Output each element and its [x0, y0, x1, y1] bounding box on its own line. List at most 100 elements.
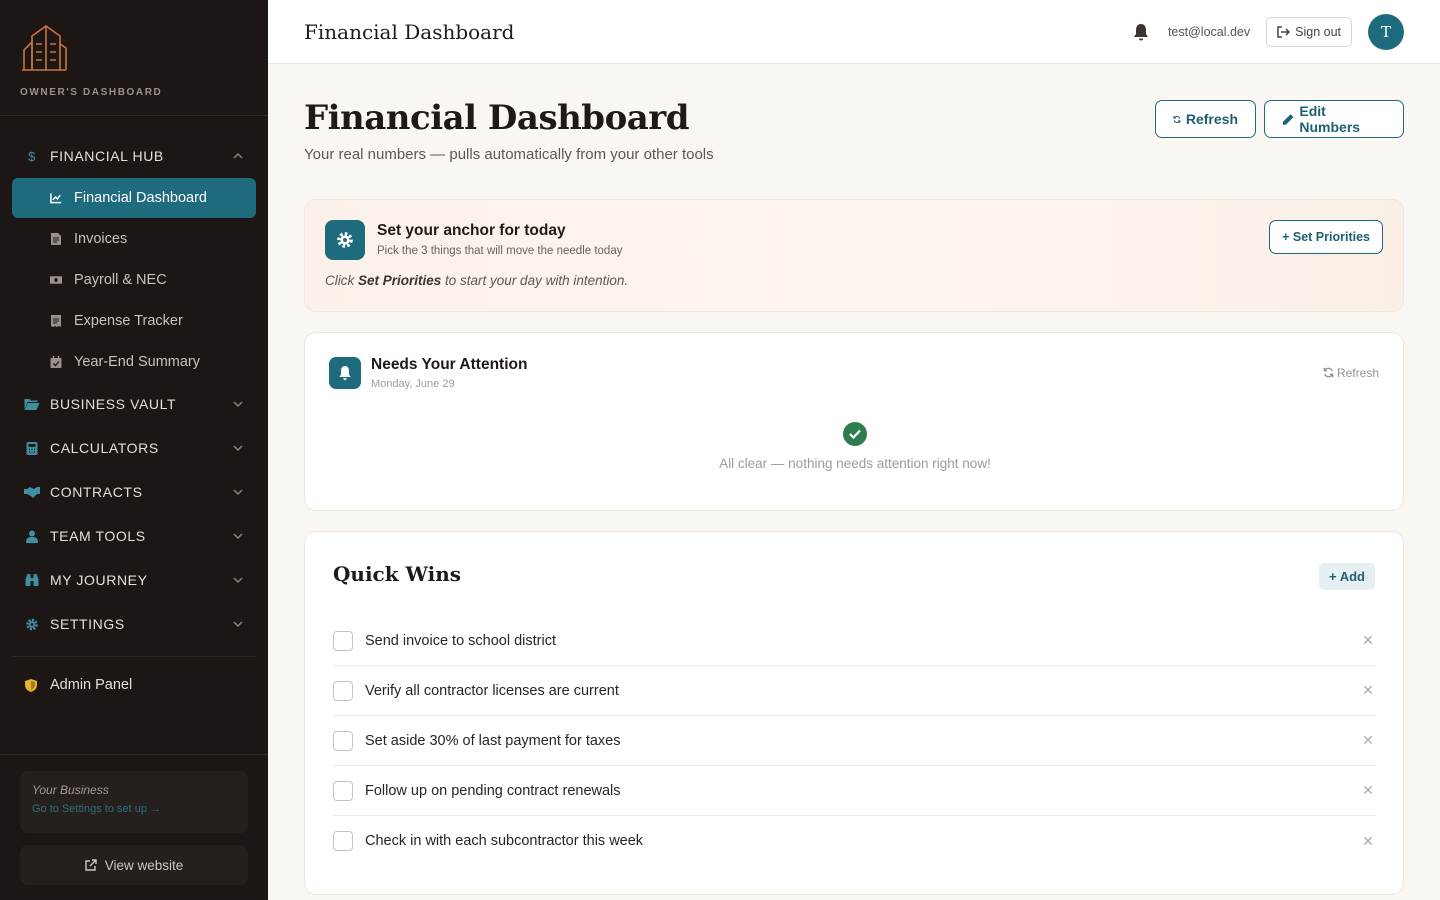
sidebar-item-invoices[interactable]: Invoices: [0, 218, 268, 259]
sidebar-section-financial-hub[interactable]: $ FINANCIAL HUB: [0, 134, 268, 178]
sign-out-button[interactable]: Sign out: [1266, 16, 1352, 47]
attention-refresh-button[interactable]: Refresh: [1323, 366, 1379, 380]
attention-refresh-label: Refresh: [1336, 366, 1379, 380]
sidebar-divider: [12, 656, 256, 657]
edit-numbers-button[interactable]: Edit Numbers: [1264, 100, 1404, 138]
user-tie-icon: [26, 530, 38, 543]
sidebar-section-team-tools[interactable]: TEAM TOOLS: [0, 514, 268, 558]
add-quick-win-button[interactable]: + Add: [1319, 563, 1375, 590]
file-invoice-icon: [51, 232, 61, 245]
chevron-down-icon: [233, 577, 243, 584]
view-website-label: View website: [104, 857, 184, 873]
checkbox[interactable]: [333, 780, 353, 801]
quick-win-text: Follow up on pending contract renewals: [365, 782, 621, 799]
chevron-up-icon: [233, 152, 243, 159]
sidebar-item-label: Invoices: [74, 230, 128, 247]
close-icon[interactable]: ✕: [1360, 732, 1376, 749]
sidebar-section-calculators[interactable]: CALCULATORS: [0, 426, 268, 470]
line-chart-icon: [50, 193, 62, 204]
calculator-icon: [26, 441, 38, 455]
pencil-icon: [1282, 113, 1294, 125]
chevron-down-icon: [233, 445, 243, 452]
anchor-card: Set your anchor for today Pick the 3 thi…: [304, 199, 1404, 312]
checkbox[interactable]: [333, 630, 353, 651]
sidebar: OWNER'S DASHBOARD $ FINANCIAL HUB Financ…: [0, 0, 268, 900]
close-icon[interactable]: ✕: [1360, 632, 1376, 649]
top-bar: Financial Dashboard test@local.dev Sign …: [268, 0, 1440, 64]
set-priorities-button[interactable]: + Set Priorities: [1269, 220, 1383, 254]
refresh-button[interactable]: Refresh: [1155, 100, 1256, 138]
checkbox[interactable]: [333, 831, 353, 851]
sidebar-section-my-journey[interactable]: MY JOURNEY: [0, 558, 268, 602]
page-header: Financial Dashboard Your real numbers — …: [304, 64, 1404, 200]
handshake-icon: [24, 486, 40, 498]
anchor-subtitle: Pick the 3 things that will move the nee…: [377, 245, 623, 257]
section-label: BUSINESS VAULT: [50, 396, 177, 412]
settings-setup-link[interactable]: Go to Settings to set up →: [32, 803, 236, 815]
business-title: Your Business: [32, 783, 109, 797]
checkbox[interactable]: [333, 680, 353, 701]
view-website-button[interactable]: View website: [20, 845, 248, 885]
business-card: Your Business Go to Settings to set up →: [20, 771, 248, 833]
user-email: test@local.dev: [1167, 24, 1251, 39]
quick-wins-list: Send invoice to school district ✕ Verify…: [333, 616, 1376, 866]
money-bill-icon: [50, 275, 62, 284]
refresh-label: Refresh: [1185, 111, 1238, 127]
sidebar-item-label: Financial Dashboard: [74, 190, 207, 206]
external-link-icon: [85, 859, 97, 871]
sidebar-item-label: Year-End Summary: [74, 353, 200, 370]
bell-icon[interactable]: [1132, 23, 1150, 41]
sidebar-item-financial-dashboard[interactable]: Financial Dashboard: [12, 178, 256, 218]
checkbox[interactable]: [333, 730, 353, 751]
attention-card: Needs Your Attention Monday, June 29 Ref…: [304, 332, 1404, 511]
list-item: Verify all contractor licenses are curre…: [333, 666, 1376, 716]
sidebar-item-expense-tracker[interactable]: Expense Tracker: [0, 300, 268, 341]
check-circle-icon: [843, 422, 867, 446]
anchor-note-prefix: Click: [325, 273, 358, 288]
all-clear-message: All clear — nothing needs attention righ…: [719, 456, 991, 471]
close-icon[interactable]: ✕: [1360, 782, 1376, 799]
sidebar-item-label: Payroll & NEC: [74, 271, 167, 288]
chevron-down-icon: [233, 401, 243, 408]
sidebar-nav: $ FINANCIAL HUB Financial Dashboard Invo…: [0, 116, 268, 705]
chevron-down-icon: [233, 533, 243, 540]
admin-label: Admin Panel: [50, 677, 133, 693]
sidebar-item-label: Expense Tracker: [74, 312, 183, 329]
anchor-note-bold: Set Priorities: [358, 273, 442, 288]
sidebar-item-admin-panel[interactable]: Admin Panel: [0, 665, 268, 705]
attention-title: Needs Your Attention: [371, 356, 528, 373]
anchor-note: Click Set Priorities to start your day w…: [325, 273, 628, 288]
main-content: Financial Dashboard Your real numbers — …: [304, 64, 1404, 895]
section-label: FINANCIAL HUB: [50, 148, 164, 164]
refresh-icon: [1173, 115, 1181, 123]
folder-open-icon: [24, 399, 40, 410]
quick-win-text: Verify all contractor licenses are curre…: [365, 682, 619, 699]
refresh-icon: [1323, 367, 1334, 378]
edit-numbers-label: Edit Numbers: [1299, 103, 1361, 135]
sidebar-item-year-end-summary[interactable]: Year-End Summary: [0, 341, 268, 382]
shield-icon: [25, 678, 37, 692]
anchor-title: Set your anchor for today: [377, 222, 566, 239]
brand: OWNER'S DASHBOARD: [0, 0, 268, 116]
dollar-icon: $: [28, 148, 36, 164]
page-title: Financial Dashboard: [304, 98, 689, 138]
sign-out-label: Sign out: [1295, 24, 1341, 39]
building-logo-icon: [22, 25, 67, 71]
sidebar-section-contracts[interactable]: CONTRACTS: [0, 470, 268, 514]
sidebar-item-payroll[interactable]: Payroll & NEC: [0, 259, 268, 300]
close-icon[interactable]: ✕: [1360, 833, 1376, 850]
receipt-icon: [51, 314, 61, 327]
sign-out-icon: [1277, 25, 1291, 38]
gear-icon: [325, 220, 365, 260]
avatar[interactable]: T: [1368, 13, 1404, 50]
sidebar-section-business-vault[interactable]: BUSINESS VAULT: [0, 382, 268, 426]
section-label: CALCULATORS: [50, 440, 159, 456]
binoculars-icon: [25, 574, 39, 586]
page-subtitle: Your real numbers — pulls automatically …: [304, 146, 714, 163]
close-icon[interactable]: ✕: [1360, 682, 1376, 699]
quick-win-text: Set aside 30% of last payment for taxes: [365, 732, 621, 749]
bell-icon: [329, 357, 361, 389]
gear-icon: [26, 618, 38, 630]
brand-text: OWNER'S DASHBOARD: [20, 87, 163, 98]
sidebar-section-settings[interactable]: SETTINGS: [0, 602, 268, 646]
